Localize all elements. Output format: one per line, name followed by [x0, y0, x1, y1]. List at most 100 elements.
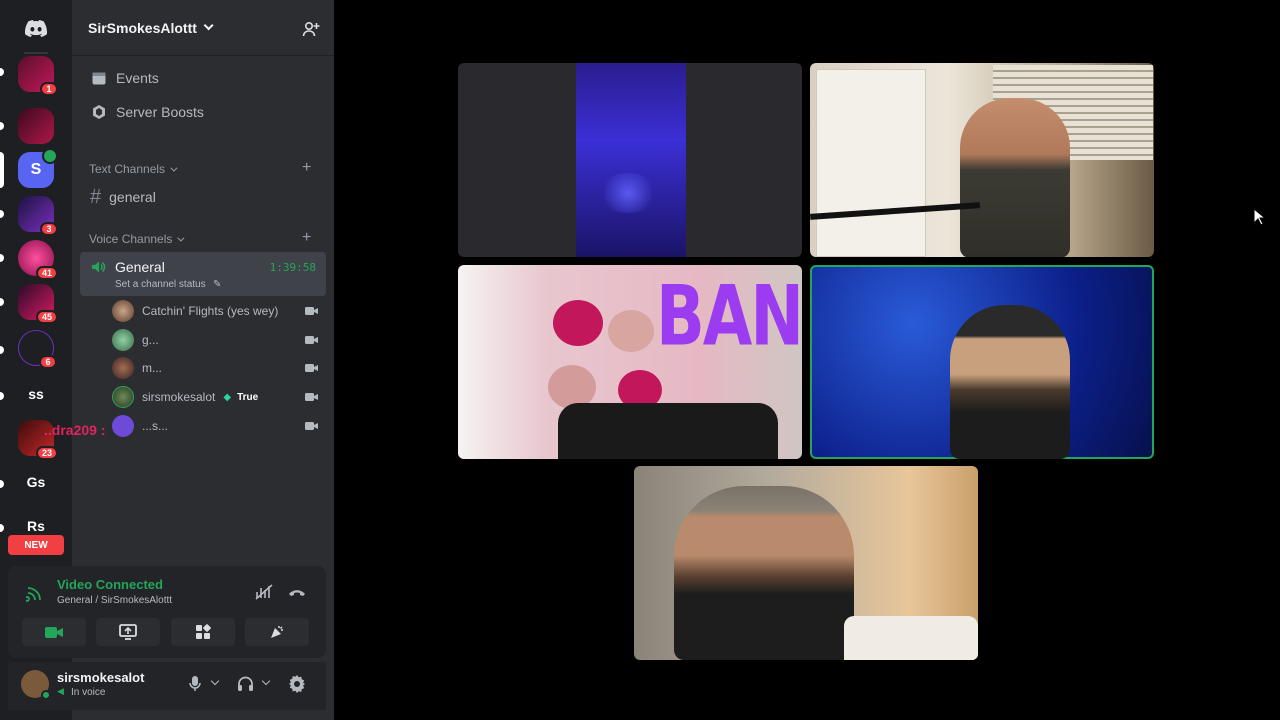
unread-indicator [0, 254, 4, 262]
camera-icon [45, 626, 63, 638]
bed-shape [844, 616, 978, 660]
server-icon-7[interactable]: 6 [18, 330, 57, 369]
hashtag-icon: # [90, 185, 102, 208]
video-tile-5[interactable] [634, 466, 978, 660]
category-label: Text Channels [89, 162, 166, 176]
disconnect-icon[interactable] [287, 586, 307, 598]
screen-share-icon [119, 624, 137, 640]
mention-badge: 1 [40, 82, 58, 96]
voice-user[interactable]: Catchin' Flights (yes wey) [112, 298, 326, 324]
voice-active-icon [42, 148, 58, 164]
balloon-heart [608, 310, 654, 352]
unread-indicator [0, 122, 4, 130]
camera-toggle-button[interactable] [22, 618, 86, 646]
soundboard-icon [271, 626, 283, 638]
channel-status[interactable]: Set a channel status [115, 279, 206, 290]
call-timer: 1:39:58 [269, 261, 316, 274]
drag-overlay-username: ..dra209 : [44, 422, 106, 438]
server-icon-5[interactable]: 41 [18, 240, 58, 280]
avatar [112, 386, 134, 408]
avatar[interactable] [21, 670, 51, 700]
voice-user-name: Catchin' Flights (yes wey) [142, 304, 279, 318]
online-status-icon [41, 690, 51, 700]
server-initials: ss [28, 386, 44, 402]
server-initials: Gs [26, 474, 46, 490]
server-initials: S [30, 161, 42, 178]
unread-indicator [0, 346, 4, 354]
voice-channel-general[interactable]: General Set a channel status ✎ 1:39:58 [80, 252, 326, 296]
balloon-heart [553, 300, 603, 346]
voice-user[interactable]: sirsmokesalot ◆ True [112, 384, 326, 410]
unread-indicator [0, 480, 4, 488]
server-icon-1[interactable]: 1 [18, 56, 58, 96]
discord-window: 1 S 3 41 45 6 ss 23 Gs Rs NEW SirSmokesA… [0, 0, 1280, 720]
voice-user[interactable]: g... [112, 327, 326, 353]
sidebar-item-label: Server Boosts [116, 104, 204, 120]
voice-user-name: g... [142, 333, 159, 347]
chevron-down-icon [203, 20, 214, 31]
soundboard-button[interactable] [245, 618, 309, 646]
headphones-icon[interactable] [237, 676, 254, 692]
voice-channel-name: General [115, 259, 165, 275]
calendar-icon [92, 72, 106, 85]
server-name: SirSmokesAlottt [88, 19, 197, 36]
arm-shape [558, 403, 778, 459]
unread-indicator [0, 392, 4, 400]
voice-status-subtitle[interactable]: General / SirSmokesAlottt [57, 595, 172, 606]
screen-share-button[interactable] [96, 618, 160, 646]
discord-home-button[interactable] [18, 10, 54, 46]
channel-name: general [109, 189, 156, 205]
server-icon-4[interactable]: 3 [18, 196, 58, 236]
channel-general[interactable]: # general [80, 181, 326, 213]
sidebar-item-events[interactable]: Events [80, 62, 326, 94]
noise-suppression-icon[interactable] [255, 584, 273, 600]
avatar [112, 415, 134, 437]
speaker-icon [92, 261, 106, 273]
door-shape [816, 69, 926, 257]
server-icon-6[interactable]: 45 [18, 284, 58, 324]
mouse-cursor-icon [1253, 208, 1265, 226]
video-tile-4-speaking[interactable] [810, 265, 1154, 459]
category-voice-channels[interactable]: Voice Channels [89, 232, 185, 246]
avatar [112, 357, 134, 379]
speaker-icon: ◀ [57, 686, 64, 696]
server-header[interactable]: SirSmokesAlottt [72, 0, 334, 56]
video-feed-highlight [598, 173, 658, 213]
invite-people-icon[interactable] [302, 20, 320, 38]
mention-badge: 41 [35, 266, 58, 280]
voice-user-name: ...s... [142, 419, 169, 433]
voice-user[interactable]: ...s... [112, 413, 326, 439]
voice-status-title[interactable]: Video Connected [57, 577, 163, 592]
video-tile-1[interactable] [458, 63, 802, 257]
gear-icon[interactable] [288, 675, 306, 693]
video-feed [576, 63, 686, 257]
pencil-icon: ✎ [213, 279, 222, 290]
current-username: sirsmokesalot [57, 670, 145, 685]
server-icon-current[interactable]: S [18, 148, 58, 188]
server-initials: Rs [27, 518, 45, 534]
gem-icon: ◆ [223, 391, 232, 403]
rail-separator [24, 52, 48, 54]
user-tag: True [237, 391, 259, 403]
person-shape [950, 305, 1070, 459]
sidebar-item-server-boosts[interactable]: Server Boosts [80, 96, 326, 128]
video-tile-3[interactable]: BANG [458, 265, 802, 459]
video-tile-2[interactable] [810, 63, 1154, 257]
connection-signal-icon [26, 587, 41, 602]
sidebar-item-label: Events [116, 70, 159, 86]
overlay-text: BANG [656, 269, 802, 366]
voice-user-name: sirsmokesalot [142, 390, 216, 404]
unread-indicator [0, 68, 4, 76]
camera-icon [305, 336, 318, 344]
microphone-icon[interactable] [189, 676, 201, 692]
voice-user-name: m... [142, 361, 162, 375]
current-user-status: In voice [71, 687, 106, 698]
activities-button[interactable] [171, 618, 235, 646]
server-icon-2[interactable] [18, 108, 54, 144]
category-text-channels[interactable]: Text Channels [89, 162, 178, 176]
server-icon-gs[interactable]: Gs [18, 464, 54, 500]
voice-user[interactable]: m... [112, 355, 326, 381]
new-badge[interactable]: NEW [8, 535, 64, 555]
server-icon-ss[interactable]: ss [18, 376, 54, 412]
camera-icon [305, 307, 318, 315]
